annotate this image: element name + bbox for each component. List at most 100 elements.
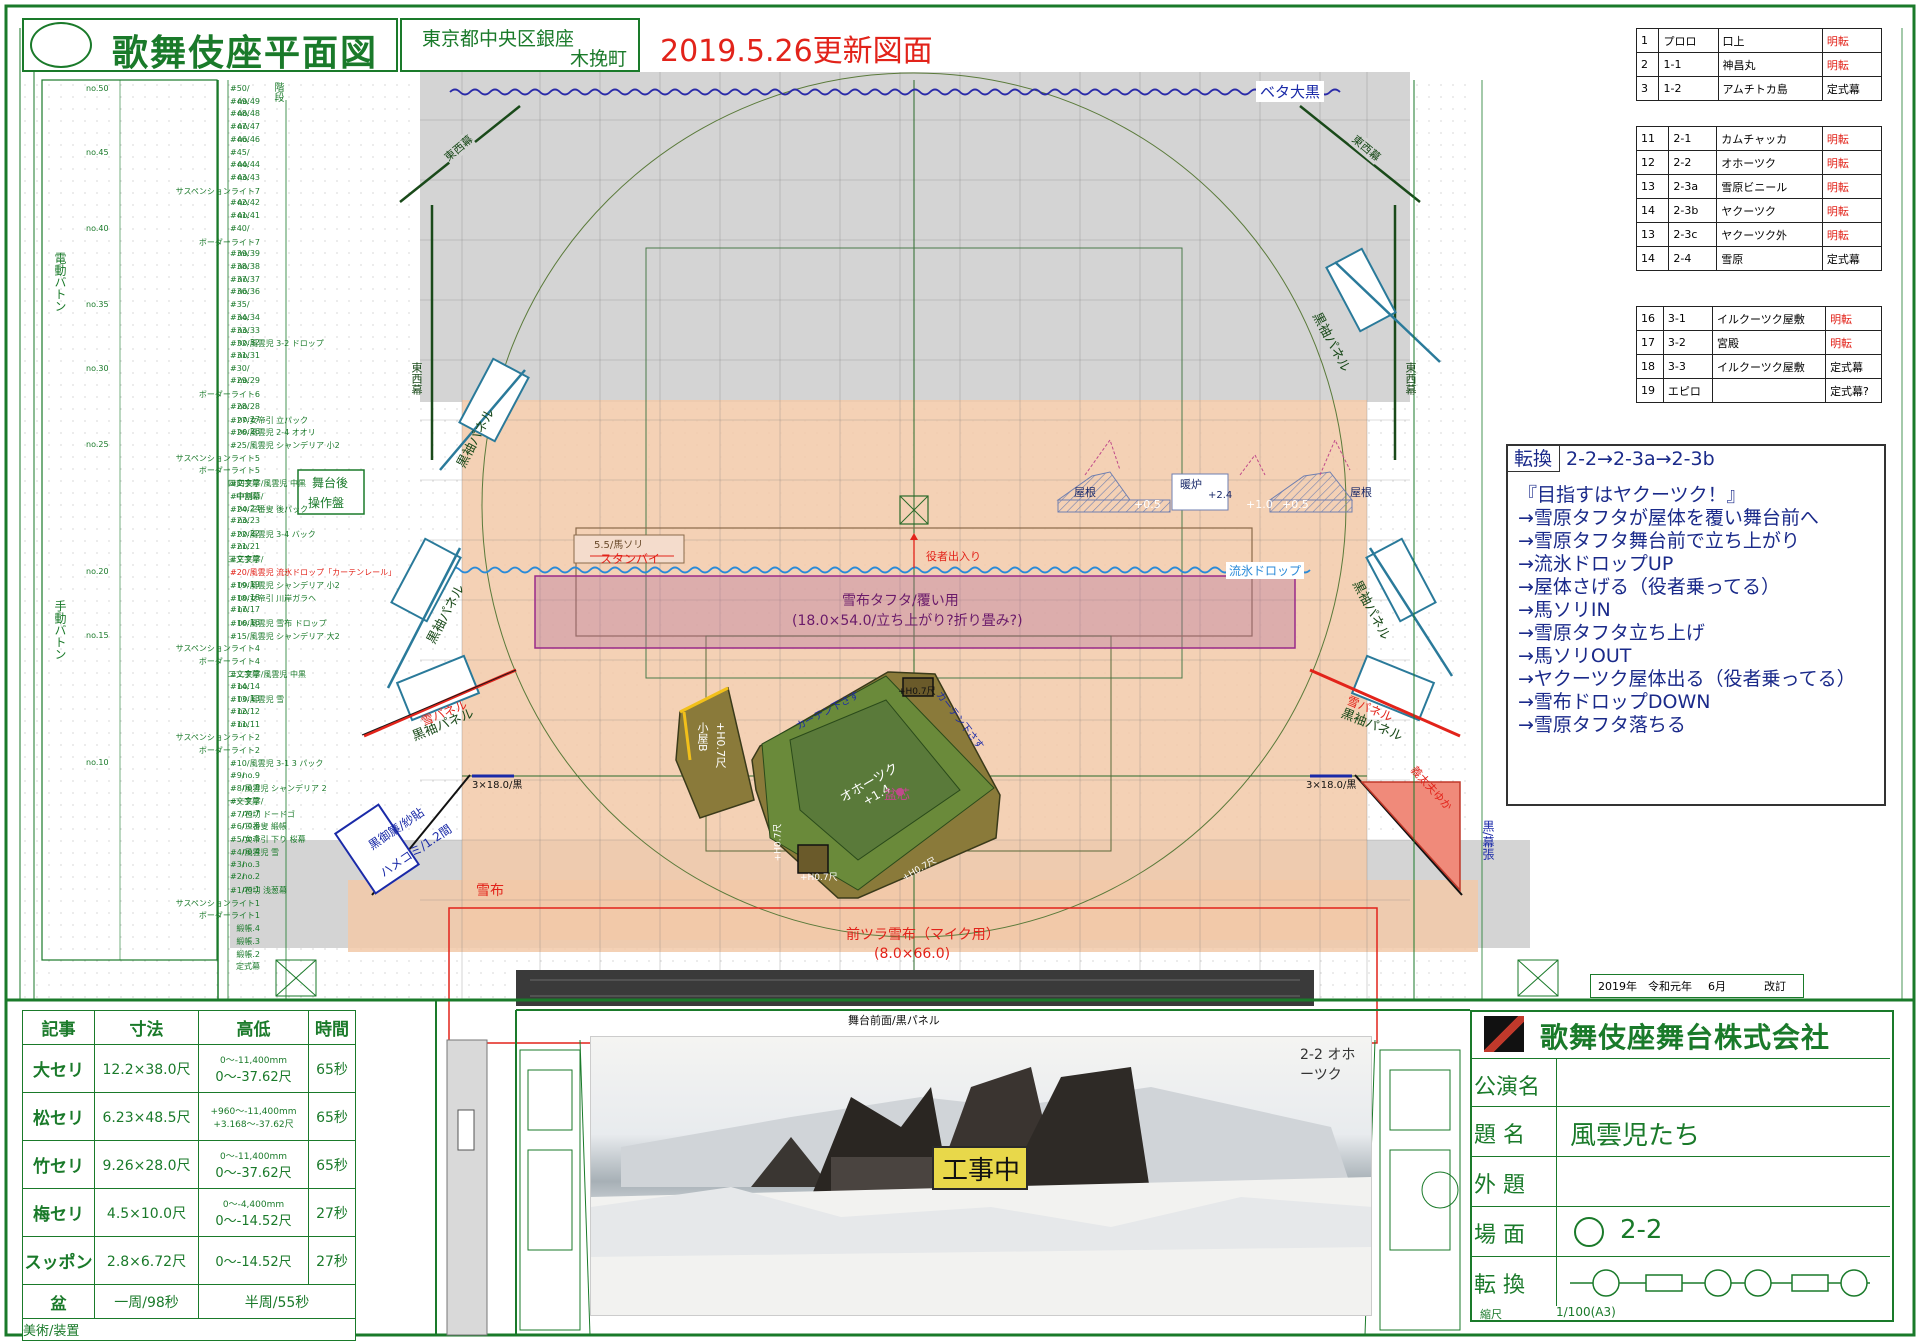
info-row-label: 転 換 — [1474, 1273, 1525, 1298]
baton-line: #37/ — [230, 274, 250, 284]
scene-no: 13 — [1635, 174, 1670, 199]
page-title: 歌舞伎座平面図 — [112, 33, 379, 74]
baton-major-no: no.30 — [86, 363, 109, 373]
company-name: 歌舞伎座舞台株式会社 — [1540, 1021, 1831, 1054]
sketch-note: 2-2 オホーツク — [1300, 1047, 1356, 1083]
tozai-maku-left2-label: 東西幕 — [410, 362, 423, 395]
baton-line: #44/ — [230, 160, 250, 170]
scene-name: アムチトカ島 — [1717, 76, 1823, 101]
scene-code: 3-3 — [1662, 354, 1713, 379]
seri-name: 松セリ — [22, 1092, 95, 1141]
ryuhyo-drop-label: 流氷ドロップ — [1226, 562, 1305, 579]
baton-line: #21/ — [230, 541, 250, 551]
baton-label: ボーダーライト7 — [198, 237, 260, 247]
baton-label: ボーダーライト1 — [198, 911, 260, 921]
scene-code: プロロ — [1658, 28, 1719, 53]
danro-label: 暖炉 — [1180, 478, 1202, 491]
seri-header: 時間 — [308, 1010, 356, 1045]
baton-line: #24/三番叟 後パック — [230, 504, 309, 514]
scene-row: 13 2-3a 雪原ビニール 明転 — [1635, 174, 1883, 199]
baton-line: #14/ — [230, 681, 250, 691]
baton-label: サスペンションライト1 — [175, 898, 260, 908]
scene-code: 1-1 — [1658, 52, 1719, 77]
info-row: 外 題 — [1470, 1156, 1890, 1206]
seri-name: 竹セリ — [22, 1140, 95, 1189]
koya-label: 小屋B — [696, 722, 709, 752]
baton-line: #34/ — [230, 312, 250, 322]
baton-line: #50/ — [230, 84, 250, 93]
scene-transition: 定式幕 — [1825, 354, 1882, 379]
baton-line: #13/風雲児 雪 — [230, 695, 285, 705]
info-row-value: 2-2 — [1620, 1215, 1663, 1245]
seri-height-shaku: 0〜-37.62尺 — [215, 1069, 292, 1085]
conversion-step: →雪原タフタが屋体を覆い舞台前へ — [1518, 507, 1819, 529]
baton-line: #5/女帝引 下り 桜幕 — [230, 835, 306, 845]
info-rows: 公演名題 名 風雲児たち外 題場 面 2-2 転 換 — [1470, 1058, 1894, 1322]
danro-height: +2.4 — [1208, 490, 1233, 501]
seri-height-shaku: 0〜-14.52尺 — [215, 1213, 292, 1229]
seri-size: 2.8×6.72尺 — [94, 1236, 199, 1285]
revision-era: 令和元年 — [1648, 980, 1692, 993]
baton-label: サスペンションライト7 — [175, 186, 260, 196]
scene-name: 宮殿 — [1711, 330, 1827, 355]
info-row-label: 題 名 — [1474, 1123, 1525, 1148]
scene-code: 2-3a — [1668, 174, 1718, 199]
baton-line: #31/ — [230, 351, 250, 360]
logo-icon — [30, 22, 92, 68]
scene-row: 11 2-1 カムチャッカ 明転 — [1635, 126, 1883, 151]
koya-height: +H0.7尺 — [714, 722, 727, 768]
conversion-step: →屋体さげる（役者乗ってる） — [1518, 576, 1780, 598]
baton-label: 緞帳.2 — [236, 949, 260, 959]
seri-size: 6.23×48.5尺 — [94, 1092, 199, 1141]
h07-label-2: +H0.7尺 — [773, 823, 784, 862]
baton-line: #15/風雲児 シャンデリア 大2 — [230, 631, 340, 641]
p05-right: +0.5 — [1282, 498, 1309, 511]
scale-value: 1/100(A3) — [1556, 1305, 1616, 1319]
baton-label: サスペンションライト2 — [175, 733, 260, 743]
baton-list: no.50 #50/no.49 #49/no.48 #48/no.47 #47/no.4… — [80, 84, 396, 974]
update-note: 2019.5.26更新図面 — [660, 34, 933, 69]
baton-line: #40/ — [230, 223, 250, 233]
bonshin-label: 盆芯 — [884, 788, 911, 803]
baton-line: #一文字/ — [230, 797, 264, 806]
baton-line: #48/ — [230, 109, 250, 119]
butai-zenmen-label: 舞台前面/黒パネル — [848, 1014, 940, 1027]
baton-line: #32/風雲児 3-2 ドロップ — [230, 339, 324, 349]
baton-major-no: no.50 — [86, 84, 109, 93]
seri-height-mm: 0〜-11,400mm — [220, 1151, 287, 1162]
scene-no: 19 — [1636, 378, 1664, 403]
conversion-step: 『目指すはヤクーツク！』 — [1518, 484, 1746, 506]
baton-line: #43/ — [230, 173, 250, 182]
scene-row: 1 プロロ 口上 明転 — [1635, 28, 1883, 53]
baton-line: #9/ — [230, 770, 245, 780]
seri-row: 松セリ 6.23×48.5尺 +960〜-11,400mm +3.168〜-37.62… — [22, 1092, 356, 1141]
scene-transition: 定式幕 — [1821, 76, 1883, 101]
scene-code: 3-2 — [1662, 330, 1713, 355]
baton-label: ボーダーライト4 — [198, 657, 260, 667]
seri-header: 寸法 — [94, 1010, 199, 1045]
baton-line: #47/ — [230, 122, 250, 132]
conversion-label: 転換 — [1514, 448, 1553, 470]
scene-transition: 明転 — [1821, 174, 1883, 199]
scene-name: カムチャッカ — [1716, 126, 1823, 151]
baton-line: #41/ — [230, 211, 250, 221]
yakusha-deiri-label: 役者出入り — [926, 550, 981, 563]
info-row: 公演名 — [1470, 1058, 1890, 1106]
seri-time: 65秒 — [308, 1092, 356, 1141]
baton-line: #11/ — [230, 719, 250, 729]
scene-no: 14 — [1635, 198, 1670, 223]
denki-baton-label: 電動バトン — [53, 252, 67, 312]
scale-label: 縮尺 — [1480, 1308, 1502, 1321]
conversion-steps: 『目指すはヤクーツク！』 →雪原タフタが屋体を覆い舞台前へ →雪原タフタ舞台前で立ち… — [1518, 484, 1856, 737]
conversion-step: →馬ソリIN — [1518, 599, 1611, 621]
seri-name: 大セリ — [22, 1044, 95, 1093]
yukinuno-tafuta-sub: (18.0×54.0/立ち上がり?折り畳み?) — [792, 613, 1023, 629]
scene-no: 16 — [1636, 306, 1664, 331]
seri-row: 大セリ 12.2×38.0尺 0〜-11,400mm 0〜-37.62尺 65秒 — [22, 1044, 356, 1093]
baton-label: サスペンションライト5 — [175, 453, 260, 463]
info-row: 場 面 2-2 — [1470, 1206, 1890, 1256]
scene-name: 雪原 — [1716, 246, 1823, 271]
scene-row: 2 1-1 神昌丸 明転 — [1635, 52, 1883, 77]
seri-size: 9.26×28.0尺 — [94, 1140, 199, 1189]
baton-line: #17/ — [230, 605, 250, 615]
